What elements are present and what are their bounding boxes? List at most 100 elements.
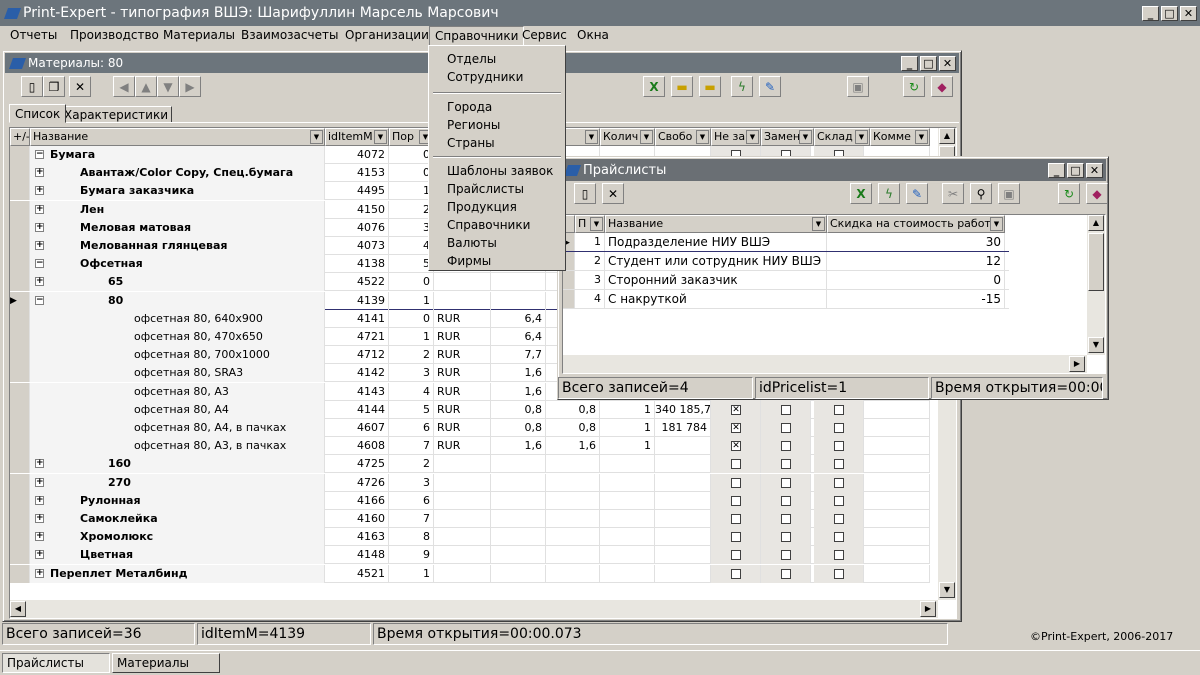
table-row[interactable]: офсетная 80, А4, в пачках 4607 6 RUR 0,8 0,8 1… [10, 419, 930, 437]
nav-down-button[interactable]: ▼ [157, 76, 179, 97]
replace-checkbox[interactable] [781, 514, 791, 524]
pl-scroll-up-button[interactable]: ▲ [1088, 215, 1104, 231]
scroll-down-button[interactable]: ▼ [939, 582, 955, 598]
warehouse-checkbox[interactable] [834, 568, 844, 579]
pricelists-maximize-button[interactable]: □ [1067, 162, 1084, 178]
expand-toggle-icon[interactable]: + [35, 532, 44, 542]
replace-checkbox[interactable] [781, 495, 791, 506]
scroll-left-button[interactable]: ◀ [10, 601, 26, 617]
table-row[interactable]: + Цветная 4148 9 [10, 546, 930, 565]
warehouse-checkbox[interactable] [834, 495, 844, 506]
table-row[interactable]: + Самоклейка 4160 7 [10, 510, 930, 528]
close-button[interactable]: ✕ [1180, 5, 1197, 21]
maximize-button[interactable]: □ [1161, 5, 1178, 21]
warehouse-checkbox[interactable] [834, 477, 844, 488]
col-header-10[interactable]: Замена ▼ [761, 128, 814, 146]
pricelists-minimize-button[interactable]: _ [1048, 162, 1065, 178]
warehouse-checkbox[interactable] [834, 514, 844, 524]
new-record-button[interactable]: ▯ [21, 76, 43, 97]
expand-toggle-icon[interactable]: − [35, 259, 44, 269]
lightning-icon[interactable]: ϟ [731, 76, 753, 97]
pl-refresh-icon[interactable]: ↻ [1058, 183, 1080, 204]
col-header-1[interactable]: Название ▼ [30, 128, 325, 146]
not-ordered-checkbox[interactable] [731, 495, 741, 506]
nav-first-button[interactable]: ◀ [113, 76, 135, 97]
not-ordered-checkbox[interactable] [731, 477, 741, 488]
edit-icon[interactable]: ✎ [759, 76, 781, 97]
folder-open-icon[interactable]: ▬ [671, 76, 693, 97]
column-dropdown-icon[interactable]: ▼ [374, 130, 387, 144]
not-ordered-checkbox[interactable] [731, 550, 741, 561]
col-header-11[interactable]: Склад ▼ [814, 128, 870, 146]
menu-materialy[interactable]: Материалы [163, 28, 235, 42]
tab-spisok[interactable]: Список [9, 104, 67, 123]
pl-col-header-1[interactable]: П ▼ [575, 215, 605, 233]
warehouse-checkbox[interactable] [834, 532, 844, 543]
pl-new-button[interactable]: ▯ [574, 183, 596, 204]
table-row[interactable]: +160 4725 2 [10, 455, 930, 474]
pl-table-row[interactable]: 3 Сторонний заказчик 0 [563, 271, 1009, 290]
materials-minimize-button[interactable]: _ [901, 55, 918, 71]
not-ordered-checkbox[interactable]: ✕ [731, 441, 741, 452]
replace-checkbox[interactable] [781, 459, 791, 470]
horizontal-scrollbar[interactable]: ◀ ▶ [10, 600, 938, 618]
menu-proizvodstvo[interactable]: Производство [70, 28, 159, 42]
menu-item-1-1[interactable]: Регионы [447, 118, 500, 132]
menu-servis[interactable]: Сервис [522, 28, 567, 42]
column-dropdown-icon[interactable]: ▼ [640, 130, 653, 144]
pricelists-close-button[interactable]: ✕ [1086, 162, 1103, 178]
column-dropdown-icon[interactable]: ▼ [812, 217, 825, 231]
pl-scroll-thumb[interactable] [1088, 233, 1104, 291]
pl-vertical-scrollbar[interactable]: ▲ ▼ [1087, 215, 1105, 355]
column-dropdown-icon[interactable]: ▼ [696, 130, 709, 144]
expand-toggle-icon[interactable]: + [35, 204, 44, 214]
column-dropdown-icon[interactable]: ▼ [915, 130, 928, 144]
column-dropdown-icon[interactable]: ▼ [990, 217, 1003, 231]
scroll-right-button[interactable]: ▶ [920, 601, 936, 617]
save-icon[interactable]: ▣ [847, 76, 869, 97]
menu-item-2-4[interactable]: Валюты [447, 236, 497, 250]
menu-item-1-0[interactable]: Города [447, 100, 492, 114]
book-icon[interactable]: ◆ [931, 76, 953, 97]
warehouse-checkbox[interactable] [834, 423, 844, 433]
expand-toggle-icon[interactable]: + [35, 222, 44, 232]
replace-checkbox[interactable] [781, 441, 791, 452]
pl-edit-icon[interactable]: ✎ [906, 183, 928, 204]
menu-spravochniki[interactable]: Справочники [429, 26, 525, 46]
pl-lightning-icon[interactable]: ϟ [878, 183, 900, 204]
pl-save-icon[interactable]: ▣ [998, 183, 1020, 204]
expand-toggle-icon[interactable]: + [35, 550, 44, 560]
column-dropdown-icon[interactable]: ▼ [310, 130, 323, 144]
expand-toggle-icon[interactable]: + [35, 459, 44, 469]
expand-toggle-icon[interactable]: − [35, 150, 44, 159]
expand-toggle-icon[interactable]: − [35, 295, 44, 305]
excel-export-icon[interactable]: X [643, 76, 665, 97]
menu-otchety[interactable]: Отчеты [10, 28, 57, 42]
copy-record-button[interactable]: ❐ [43, 76, 65, 97]
tab-harakteristiki[interactable]: Характеристики [60, 106, 173, 123]
not-ordered-checkbox[interactable] [731, 568, 741, 579]
table-row[interactable]: + Хромолюкс 4163 8 [10, 528, 930, 547]
replace-checkbox[interactable] [781, 568, 791, 579]
expand-toggle-icon[interactable]: + [35, 241, 44, 250]
minimize-button[interactable]: _ [1142, 5, 1159, 21]
refresh-icon[interactable]: ↻ [903, 76, 925, 97]
nav-last-button[interactable]: ▶ [179, 76, 201, 97]
replace-checkbox[interactable] [781, 550, 791, 561]
warehouse-checkbox[interactable] [834, 550, 844, 561]
menu-item-0-0[interactable]: Отделы [447, 52, 496, 66]
table-row[interactable]: офсетная 80, А3, в пачках 4608 7 RUR 1,6 1,6 1… [10, 437, 930, 456]
expand-toggle-icon[interactable]: + [35, 495, 44, 505]
menu-vzaimozaschety[interactable]: Взаимозасчеты [241, 28, 338, 42]
expand-toggle-icon[interactable]: + [35, 477, 44, 487]
pl-scroll-right-button[interactable]: ▶ [1069, 356, 1085, 372]
pl-col-header-3[interactable]: Скидка на стоимость работ ▼ [827, 215, 1005, 233]
menu-okna[interactable]: Окна [577, 28, 609, 42]
menu-organizacii[interactable]: Организации [345, 28, 429, 42]
expand-toggle-icon[interactable]: + [35, 186, 44, 196]
pl-table-row[interactable]: 4С накруткой -15 [563, 290, 1009, 309]
materials-close-button[interactable]: ✕ [939, 55, 956, 71]
pl-col-header-2[interactable]: Название ▼ [605, 215, 827, 233]
warehouse-checkbox[interactable] [834, 404, 844, 415]
not-ordered-checkbox[interactable]: ✕ [731, 404, 741, 415]
